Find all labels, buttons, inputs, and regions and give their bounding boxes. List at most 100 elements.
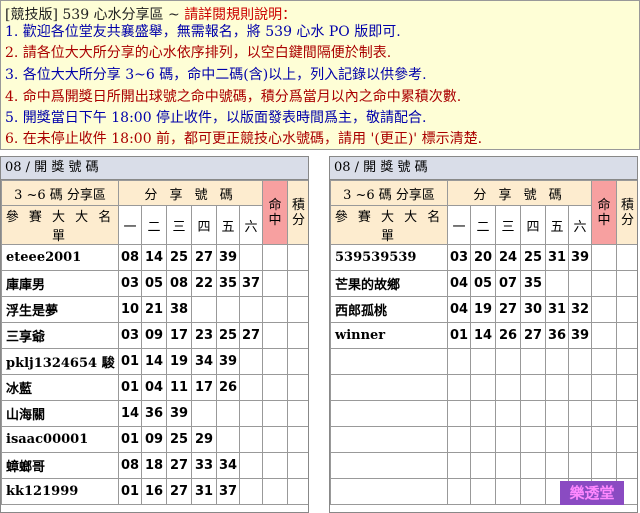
hit-cell bbox=[591, 374, 618, 401]
table-row: 三享爺 03 09 17 23 25 27 bbox=[1, 322, 308, 349]
share-number: 32 bbox=[567, 296, 593, 323]
share-number bbox=[545, 452, 569, 479]
hit-cell bbox=[262, 452, 289, 479]
score-cell bbox=[616, 426, 637, 453]
share-number: 22 bbox=[191, 270, 217, 297]
share-number: 39 bbox=[216, 348, 240, 375]
hit-cell bbox=[591, 296, 618, 323]
share-number: 05 bbox=[470, 270, 496, 297]
panel-header: 08 / 開 獎 號 碼 bbox=[1, 157, 308, 180]
hit-cell bbox=[262, 244, 289, 271]
share-number bbox=[238, 426, 264, 453]
share-number bbox=[447, 374, 471, 401]
share-number: 25 bbox=[216, 322, 240, 349]
score-cell bbox=[616, 322, 637, 349]
score-cell bbox=[616, 244, 637, 271]
category-label: 3 ~6 碼 分享區 bbox=[1, 180, 119, 206]
table-row bbox=[330, 452, 637, 479]
share-number: 26 bbox=[495, 322, 521, 349]
share-number: 30 bbox=[520, 296, 546, 323]
share-number: 27 bbox=[166, 478, 192, 505]
share-number: 27 bbox=[495, 296, 521, 323]
share-number bbox=[520, 452, 546, 479]
share-number: 39 bbox=[166, 400, 192, 427]
participant-name[interactable]: eteee2001 bbox=[1, 244, 119, 271]
participant-name[interactable]: 539539539 bbox=[330, 244, 448, 271]
table-row bbox=[330, 400, 637, 427]
share-number bbox=[238, 348, 264, 375]
participant-list-header: 參 賽 大 大 名 單 bbox=[1, 205, 119, 245]
participant-name[interactable]: pklj1324654 駿 bbox=[1, 348, 119, 375]
participant-name[interactable]: 山海關 bbox=[1, 400, 119, 427]
share-number bbox=[520, 426, 546, 453]
share-panel-left: 08 / 開 獎 號 碼3 ~6 碼 分享區分 享 號 碼命中 積分 參 賽 大 大… bbox=[0, 156, 309, 513]
share-number: 01 bbox=[118, 348, 142, 375]
share-number bbox=[238, 452, 264, 479]
participant-list-header: 參 賽 大 大 名 單 bbox=[330, 205, 448, 245]
share-number: 09 bbox=[141, 322, 167, 349]
table-row: 西郎孤桃 04 19 27 30 31 32 bbox=[330, 296, 637, 323]
score-cell bbox=[616, 270, 637, 297]
participant-name[interactable]: 蟑螂哥 bbox=[1, 452, 119, 479]
participant-name[interactable]: 三享爺 bbox=[1, 322, 119, 349]
share-number bbox=[447, 400, 471, 427]
share-number bbox=[238, 400, 264, 427]
score-cell bbox=[616, 374, 637, 401]
lottery-hall-badge[interactable]: 樂透堂 bbox=[560, 481, 624, 505]
participant-name[interactable]: 西郎孤桃 bbox=[330, 296, 448, 323]
share-number bbox=[545, 348, 569, 375]
share-number: 01 bbox=[447, 322, 471, 349]
score-cell bbox=[287, 426, 308, 453]
share-number: 27 bbox=[520, 322, 546, 349]
share-number: 05 bbox=[141, 270, 167, 297]
day-header: 一 bbox=[118, 205, 142, 245]
share-number: 34 bbox=[191, 348, 217, 375]
day-header: 六 bbox=[238, 205, 264, 245]
participant-name[interactable]: 芒果的故鄉 bbox=[330, 270, 448, 297]
table-row: 蟑螂哥 08 18 27 33 34 bbox=[1, 452, 308, 479]
hit-cell bbox=[262, 270, 289, 297]
day-header: 三 bbox=[166, 205, 192, 245]
share-table: 3 ~6 碼 分享區分 享 號 碼命中 積分參 賽 大 大 名 單一二三四五六 et… bbox=[1, 180, 308, 505]
share-number: 37 bbox=[216, 478, 240, 505]
rule-line: 2. 請各位大大所分享的心水依序排列，以空白鍵間隔便於制表. bbox=[5, 45, 392, 61]
score-cell bbox=[287, 322, 308, 349]
participant-name[interactable]: 浮生是夢 bbox=[1, 296, 119, 323]
share-number: 31 bbox=[545, 296, 569, 323]
share-number bbox=[545, 270, 569, 297]
participant-name[interactable]: 庫庫男 bbox=[1, 270, 119, 297]
table-row bbox=[330, 348, 637, 375]
participant-name[interactable]: kk121999 bbox=[1, 478, 119, 505]
participant-name[interactable]: isaac00001 bbox=[1, 426, 119, 453]
share-panel-right: 08 / 開 獎 號 碼3 ~6 碼 分享區分 享 號 碼命中 積分參 賽 大 大… bbox=[329, 156, 638, 513]
share-number: 27 bbox=[238, 322, 264, 349]
share-number bbox=[567, 426, 593, 453]
share-number: 24 bbox=[495, 244, 521, 271]
share-number bbox=[447, 426, 471, 453]
score-cell bbox=[287, 478, 308, 505]
share-number bbox=[216, 296, 240, 323]
share-numbers-label: 分 享 號 碼 bbox=[117, 180, 264, 206]
hit-header: 命中 bbox=[262, 180, 289, 245]
share-number: 31 bbox=[545, 244, 569, 271]
share-number: 26 bbox=[216, 374, 240, 401]
share-number: 14 bbox=[141, 244, 167, 271]
score-cell bbox=[287, 270, 308, 297]
share-number: 36 bbox=[141, 400, 167, 427]
share-number: 10 bbox=[118, 296, 142, 323]
share-number bbox=[567, 400, 593, 427]
share-number bbox=[545, 374, 569, 401]
share-number: 04 bbox=[447, 296, 471, 323]
share-number: 11 bbox=[166, 374, 192, 401]
share-number: 19 bbox=[166, 348, 192, 375]
share-number: 16 bbox=[141, 478, 167, 505]
score-header: 積分 bbox=[287, 180, 308, 245]
share-number bbox=[216, 426, 240, 453]
share-table: 3 ~6 碼 分享區分 享 號 碼命中 積分參 賽 大 大 名 單一二三四五六 53… bbox=[330, 180, 637, 505]
rule-line: 4. 命中爲開獎日所開出球號之命中號碼，積分爲當月以內之命中累積次數. bbox=[5, 89, 462, 105]
participant-name[interactable]: winner bbox=[330, 322, 448, 349]
hit-cell bbox=[591, 322, 618, 349]
participant-name[interactable]: 冰藍 bbox=[1, 374, 119, 401]
participant-name bbox=[330, 426, 448, 453]
share-number bbox=[495, 374, 521, 401]
